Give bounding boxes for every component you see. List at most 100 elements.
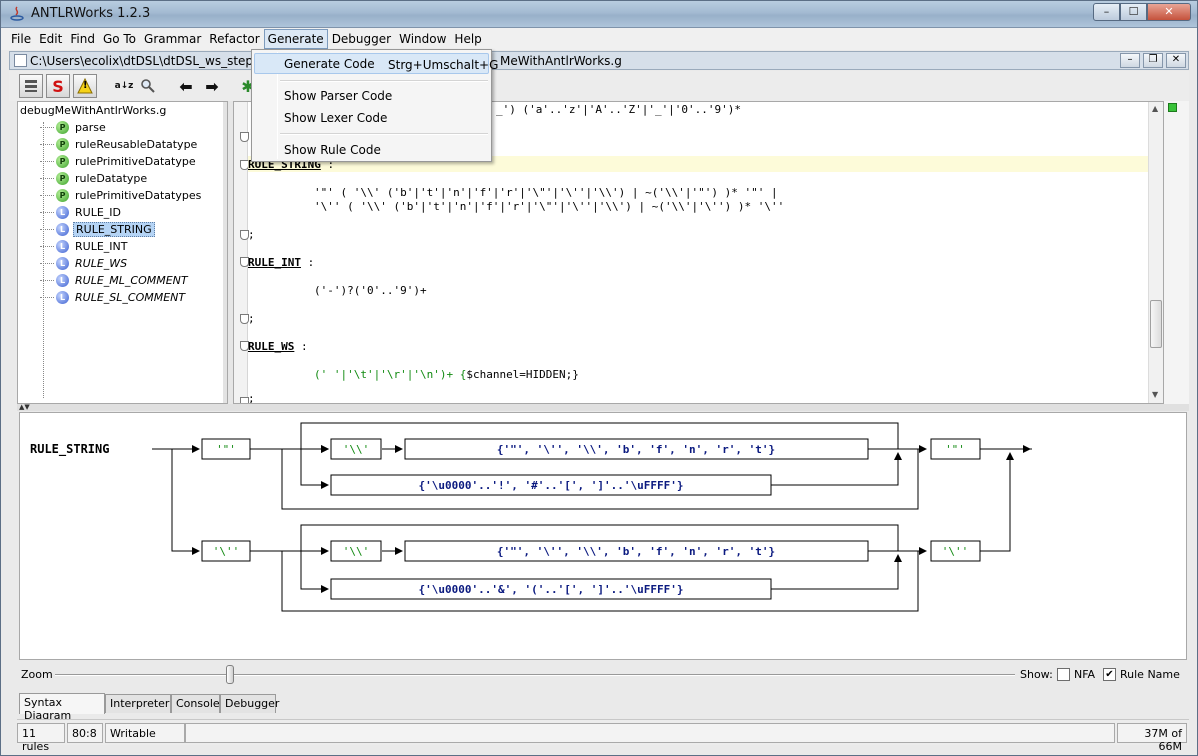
menu-show-parser-code[interactable]: Show Parser Code: [254, 85, 489, 106]
diagram-label-dq-close: '"': [945, 443, 965, 456]
menu-help[interactable]: Help: [450, 29, 485, 49]
syntax-button[interactable]: S: [46, 74, 70, 98]
horizontal-splitter[interactable]: ▲▼: [17, 403, 1189, 411]
rules-tree: debugMeWithAntlrWorks.g Pparse PruleReus…: [17, 101, 228, 404]
menu-grammar[interactable]: Grammar: [140, 29, 205, 49]
diagram-label-range-dq: {'\u0000'..'!', '#'..'[', ']'..'\uFFFF'}: [419, 479, 684, 492]
zoom-slider-thumb[interactable]: [226, 665, 234, 684]
editor-gutter: [234, 102, 249, 403]
menu-item-shortcut: Strg+Umschalt+G: [388, 58, 499, 72]
diagram-rule-name: RULE_STRING: [30, 442, 109, 457]
tree-item-rule-id[interactable]: L RULE_ID: [40, 204, 203, 221]
status-spacer: [185, 723, 1115, 743]
diagram-label-range-sq: {'\u0000'..'&', '('..'[', ']'..'\uFFFF'}: [419, 583, 684, 596]
parser-rule-icon: P: [56, 121, 69, 134]
tree-item-rule-ws[interactable]: L RULE_WS: [40, 255, 203, 272]
forward-arrow-icon[interactable]: ➡: [201, 75, 223, 97]
code-line-semicolon: ;: [248, 392, 255, 404]
code-line-rule-int: RULE_INT :: [248, 256, 314, 269]
toggle-tree-button[interactable]: [19, 74, 43, 98]
document-title-bar: C:\Users\ecolix\dtDSL\dtDSL_ws_step_3\d …: [9, 51, 1189, 70]
lexer-rule-icon: L: [56, 206, 69, 219]
tree-scrollbar[interactable]: [223, 102, 227, 403]
app-window: ANTLRWorks 1.2.3 – ☐ ✕ File Edit Find Go…: [0, 0, 1198, 756]
diagram-label-sq: '\'': [213, 545, 240, 558]
tree-icon: [25, 80, 37, 92]
show-label: Show:: [1020, 668, 1053, 681]
rule-name: RULE_INT: [248, 256, 301, 269]
tree-item-label: parse: [75, 121, 106, 134]
generate-menu: Generate Code Strg+Umschalt+G Show Parse…: [251, 49, 498, 162]
menu-bar: File Edit Find Go To Grammar Refactor Ge…: [1, 28, 1197, 50]
menu-debugger[interactable]: Debugger: [328, 29, 395, 49]
tab-debugger[interactable]: Debugger: [220, 694, 279, 713]
code-line-int-body: ('-')?('0'..'9')+: [314, 284, 427, 297]
parser-rule-icon: P: [56, 138, 69, 151]
tree-item-rule-int[interactable]: L RULE_INT: [40, 238, 203, 255]
tree-item-rule-reusable-datatype[interactable]: PruleReusableDatatype: [40, 136, 203, 153]
status-cursor-position: 80:8: [67, 723, 103, 743]
editor-scroll-thumb[interactable]: [1150, 300, 1162, 348]
search-icon[interactable]: [137, 75, 159, 97]
tree-item-rule-string[interactable]: L RULE_STRING: [40, 221, 203, 238]
doc-restore-button[interactable]: ❐: [1143, 53, 1163, 68]
back-arrow-icon[interactable]: ⬅: [175, 75, 197, 97]
lexer-rule-icon: L: [56, 274, 69, 287]
scroll-down-icon[interactable]: ▼: [1152, 390, 1158, 399]
maximize-button[interactable]: ☐: [1120, 3, 1147, 21]
tab-syntax-diagram[interactable]: Syntax Diagram: [19, 693, 105, 722]
document-path: C:\Users\ecolix\dtDSL\dtDSL_ws_step_3\d: [30, 54, 279, 68]
menu-find[interactable]: Find: [66, 29, 99, 49]
tree-item-rule-primitive-datatypes[interactable]: PrulePrimitiveDatatypes: [40, 187, 203, 204]
status-memory: 37M of 66M: [1117, 723, 1187, 753]
java-app-icon: [10, 6, 24, 21]
menu-generate-code[interactable]: Generate Code Strg+Umschalt+G: [254, 53, 498, 74]
scroll-up-icon[interactable]: ▲: [1152, 104, 1158, 113]
title-bar: ANTLRWorks 1.2.3 – ☐ ✕: [1, 1, 1197, 28]
tree-item-rule-sl-comment[interactable]: L RULE_SL_COMMENT: [40, 289, 203, 306]
tab-interpreter[interactable]: Interpreter: [105, 694, 171, 713]
status-write-mode: Writable: [105, 723, 185, 743]
diagram-label-sq-close: '\'': [942, 545, 969, 558]
menu-file[interactable]: File: [7, 29, 35, 49]
lexer-rule-icon: L: [56, 257, 69, 270]
lexer-rule-icon: L: [56, 223, 69, 236]
syntax-diagram-canvas: RULE_STRING '"' '\\' '"' '\'' '\\' '\'' …: [30, 422, 1032, 612]
editor-scrollbar[interactable]: ▲ ▼: [1148, 102, 1163, 403]
doc-minimize-button[interactable]: –: [1120, 53, 1140, 68]
diagram-label-dq: '"': [216, 443, 236, 456]
document-path-tail: MeWithAntlrWorks.g: [500, 54, 622, 68]
menu-show-lexer-code[interactable]: Show Lexer Code: [254, 107, 489, 128]
doc-close-button[interactable]: ✕: [1166, 53, 1186, 68]
tab-console[interactable]: Console: [171, 694, 220, 713]
tree-item-label: RULE_INT: [75, 240, 128, 253]
menu-generate[interactable]: Generate: [263, 29, 328, 49]
menu-show-rule-code[interactable]: Show Rule Code: [254, 139, 489, 160]
rule-name-label: Rule Name: [1120, 668, 1180, 681]
close-button[interactable]: ✕: [1147, 3, 1191, 21]
status-rule-count: 11 rules: [17, 723, 65, 753]
tree-item-label: rulePrimitiveDatatype: [75, 155, 196, 168]
rule-colon: :: [294, 340, 308, 353]
fold-icon[interactable]: [240, 132, 249, 142]
menu-refactor[interactable]: Refactor: [205, 29, 263, 49]
parser-rule-icon: P: [56, 189, 69, 202]
menu-goto[interactable]: Go To: [99, 29, 140, 49]
rule-name-checkbox[interactable]: ✔: [1103, 668, 1116, 681]
menu-window[interactable]: Window: [395, 29, 450, 49]
menu-edit[interactable]: Edit: [35, 29, 66, 49]
sort-icon[interactable]: a↓z: [113, 75, 135, 97]
minimize-button[interactable]: –: [1093, 3, 1120, 21]
tree-item-rule-ml-comment[interactable]: L RULE_ML_COMMENT: [40, 272, 203, 289]
warnings-button[interactable]: !: [73, 74, 97, 98]
tree-item-rule-datatype[interactable]: PruleDatatype: [40, 170, 203, 187]
parser-rule-icon: P: [56, 172, 69, 185]
nfa-checkbox[interactable]: [1057, 668, 1070, 681]
zoom-label: Zoom: [21, 668, 53, 681]
diagram-label-bs: '\\': [343, 443, 370, 456]
tree-root[interactable]: debugMeWithAntlrWorks.g: [20, 104, 166, 117]
tree-item-rule-primitive-datatype[interactable]: PrulePrimitiveDatatype: [40, 153, 203, 170]
zoom-slider-track[interactable]: [55, 674, 1015, 676]
tree-item-parse[interactable]: Pparse: [40, 119, 203, 136]
ws-body-grammar: (' '|'\t'|'\r'|'\n')+ {: [314, 368, 467, 381]
